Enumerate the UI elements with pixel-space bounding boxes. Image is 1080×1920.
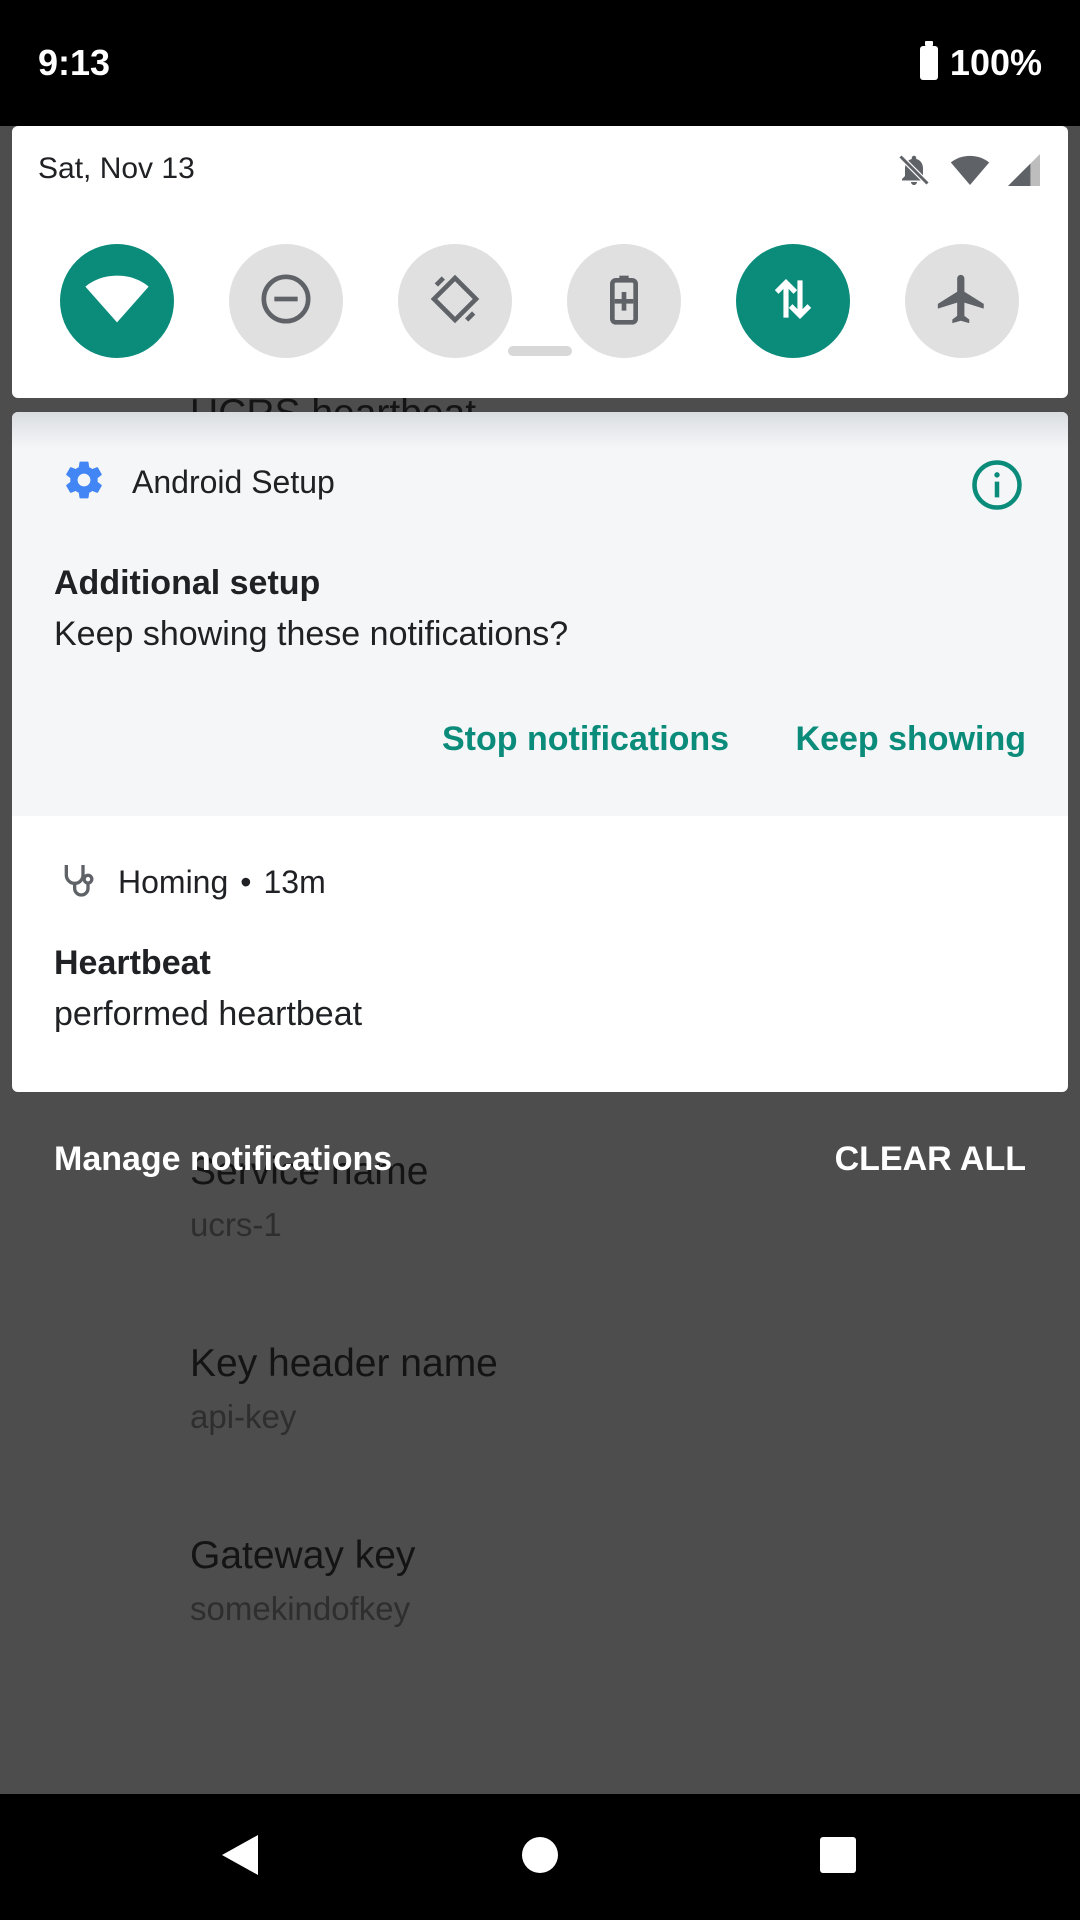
quick-settings-panel: Sat, Nov 13 [12, 126, 1068, 398]
notification-android-setup[interactable]: Android Setup Additional setup Keep show… [12, 412, 1068, 816]
notification-title: Additional setup [54, 564, 321, 602]
qs-tile-wifi[interactable] [60, 244, 174, 358]
manage-notifications-button[interactable]: Manage notifications [54, 1140, 392, 1179]
stop-notifications-button[interactable]: Stop notifications [442, 720, 729, 759]
data-arrows-icon [765, 271, 821, 332]
status-battery: 100% [919, 41, 1042, 84]
bell-off-icon [896, 152, 932, 193]
wifi-icon [84, 274, 150, 329]
recents-square-icon [818, 1835, 858, 1880]
qs-date: Sat, Nov 13 [38, 152, 195, 185]
home-button[interactable] [477, 1794, 603, 1920]
qs-tile-airplane-mode[interactable] [905, 244, 1019, 358]
status-bar: 9:13 100% [0, 0, 1080, 126]
notification-app-name: Homing [118, 864, 229, 900]
home-circle-icon [520, 1835, 560, 1880]
screen: UCRS heartbeat Service name ucrs-1 Key h… [0, 0, 1080, 1920]
notification-text: Keep showing these notifications? [54, 615, 569, 653]
airplane-icon [933, 270, 991, 333]
back-button[interactable] [177, 1794, 303, 1920]
notification-separator: • [240, 864, 252, 900]
battery-icon [919, 41, 938, 80]
background-field-title: Gateway key [190, 1534, 416, 1577]
notification-app-name: Android Setup [132, 464, 335, 500]
background-field-title: Key header name [190, 1342, 498, 1385]
background-field-value: somekindofkey [190, 1590, 411, 1627]
back-triangle-icon [218, 1831, 262, 1884]
stethoscope-icon [58, 860, 98, 905]
qs-drag-handle[interactable] [508, 346, 572, 356]
qs-status-icons [896, 152, 1040, 193]
background-field-value: ucrs-1 [190, 1206, 282, 1243]
info-icon[interactable] [970, 458, 1024, 517]
keep-showing-button[interactable]: Keep showing [796, 720, 1026, 759]
background-field-value: api-key [190, 1398, 297, 1435]
navigation-bar [0, 1794, 1080, 1920]
qs-tile-auto-rotate[interactable] [398, 244, 512, 358]
recents-button[interactable] [775, 1794, 901, 1920]
notification-shadow [12, 412, 1068, 448]
notification-homing[interactable]: Homing • 13m Heartbeat performed heartbe… [12, 816, 1068, 1092]
dnd-icon [258, 271, 314, 332]
notification-header: Homing • 13m [58, 860, 326, 905]
rotate-icon [427, 271, 483, 332]
qs-tile-battery-saver[interactable] [567, 244, 681, 358]
notification-header: Android Setup [62, 458, 335, 507]
notification-time: 13m [263, 864, 326, 900]
clear-all-button[interactable]: CLEAR ALL [835, 1140, 1026, 1179]
cell-signal-icon [1008, 154, 1040, 191]
qs-tile-mobile-data[interactable] [736, 244, 850, 358]
qs-tile-do-not-disturb[interactable] [229, 244, 343, 358]
notification-text: performed heartbeat [54, 995, 363, 1033]
notification-title: Heartbeat [54, 944, 211, 982]
gear-icon [62, 458, 106, 507]
wifi-icon [950, 152, 990, 193]
battery-percent: 100% [949, 42, 1042, 83]
battery-saver-icon [596, 271, 652, 332]
status-time: 9:13 [38, 42, 111, 83]
